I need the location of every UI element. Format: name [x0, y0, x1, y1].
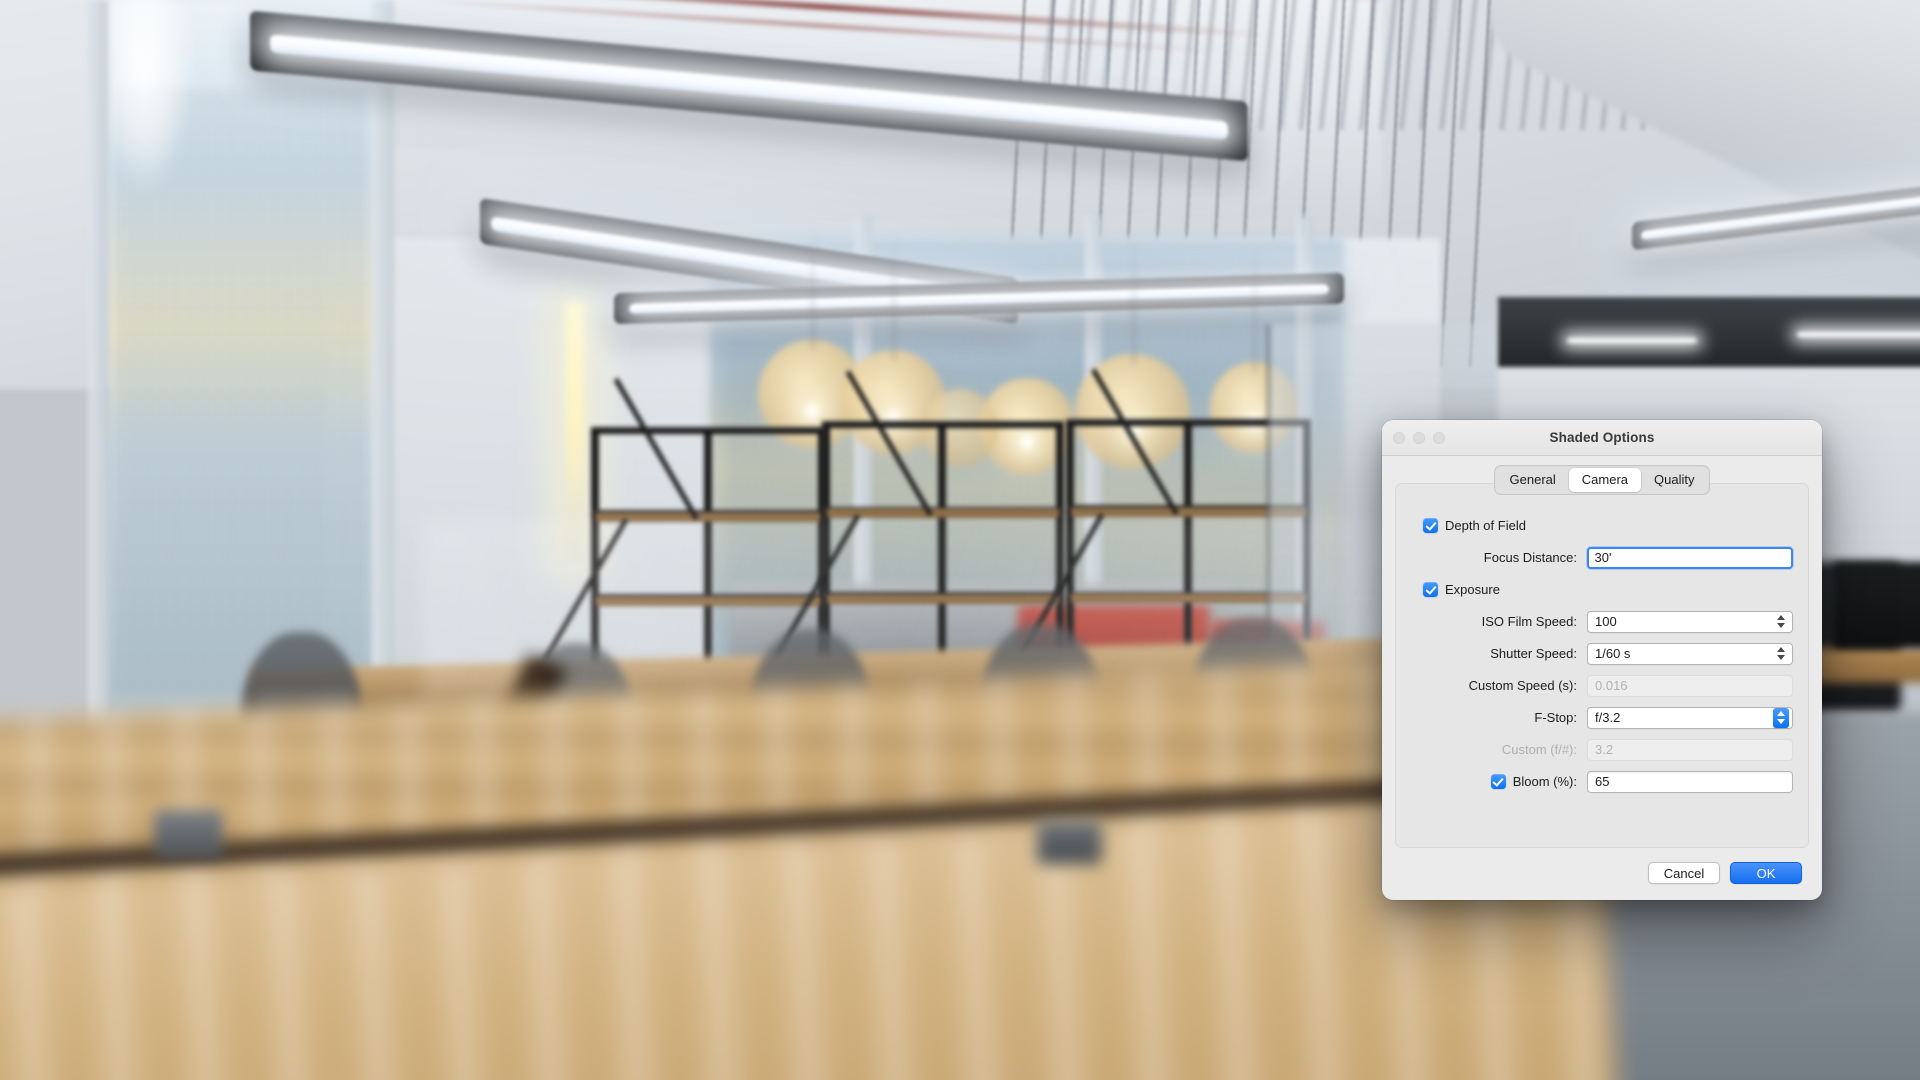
custom-fnumber-value: 3.2 — [1595, 742, 1614, 757]
monitor — [1833, 561, 1920, 648]
custom-fnumber-input: 3.2 — [1587, 738, 1793, 761]
bloom-label: Bloom (%): — [1512, 774, 1577, 789]
row-shutter-speed: Shutter Speed: 1/60 s — [1410, 642, 1794, 665]
checkmark-icon — [1423, 582, 1438, 597]
depth-of-field-label: Depth of Field — [1445, 518, 1526, 533]
close-button[interactable] — [1393, 431, 1405, 444]
stepper-icon[interactable] — [1773, 707, 1789, 728]
soffit-band — [1497, 297, 1920, 368]
table-hardware — [1036, 820, 1103, 864]
bloom-input[interactable]: 65 — [1587, 770, 1793, 793]
stepper-icon[interactable] — [1773, 612, 1789, 632]
f-stop-value: f/3.2 — [1595, 710, 1621, 725]
exposure-label: Exposure — [1445, 582, 1500, 597]
focus-distance-label: Focus Distance: — [1483, 550, 1577, 565]
window-mullion — [372, 0, 394, 735]
depth-of-field-checkbox[interactable]: Depth of Field — [1410, 518, 1526, 533]
custom-speed-input: 0.016 — [1587, 674, 1793, 697]
window-controls[interactable] — [1382, 431, 1445, 444]
row-iso-film-speed: ISO Film Speed: 100 — [1410, 610, 1794, 633]
dialog-button-bar: Cancel OK — [1382, 848, 1822, 900]
window-glare — [96, 0, 192, 195]
iso-film-speed-label: ISO Film Speed: — [1481, 614, 1577, 629]
ok-button[interactable]: OK — [1730, 862, 1802, 884]
exposure-checkbox[interactable]: Exposure — [1410, 582, 1500, 597]
tab-general[interactable]: General — [1497, 468, 1569, 492]
table-hardware — [153, 810, 223, 858]
bloom-checkbox[interactable] — [1490, 774, 1506, 789]
tab-quality[interactable]: Quality — [1641, 468, 1707, 492]
shutter-speed-value: 1/60 s — [1595, 646, 1631, 661]
shutter-speed-combobox[interactable]: 1/60 s — [1587, 642, 1793, 665]
row-focus-distance: Focus Distance: 30' — [1410, 546, 1794, 569]
dialog-title-bar[interactable]: Shaded Options — [1382, 420, 1822, 456]
dialog-title: Shaded Options — [1549, 430, 1655, 445]
row-custom-fnumber: Custom (f/#): 3.2 — [1410, 738, 1794, 761]
tab-bar[interactable]: General Camera Quality — [1382, 465, 1822, 495]
window-mullion — [88, 0, 108, 756]
row-exposure: Exposure — [1410, 578, 1794, 601]
cancel-button[interactable]: Cancel — [1648, 862, 1720, 884]
row-bloom: Bloom (%): 65 — [1410, 770, 1794, 793]
row-depth-of-field: Depth of Field — [1410, 514, 1794, 537]
custom-fnumber-label: Custom (f/#): — [1501, 742, 1577, 757]
iso-film-speed-combobox[interactable]: 100 — [1587, 610, 1793, 633]
zoom-button[interactable] — [1433, 431, 1445, 444]
segmented-control[interactable]: General Camera Quality — [1493, 465, 1711, 495]
custom-speed-label: Custom Speed (s): — [1468, 678, 1577, 693]
minimize-button[interactable] — [1413, 431, 1425, 444]
f-stop-popup-button[interactable]: f/3.2 — [1587, 706, 1793, 729]
iso-film-speed-value: 100 — [1595, 614, 1617, 629]
camera-tab-panel: Depth of Field Focus Distance: 30' Expos… — [1395, 483, 1809, 848]
tab-camera[interactable]: Camera — [1568, 468, 1642, 492]
focus-distance-value: 30' — [1594, 550, 1612, 565]
focus-distance-input[interactable]: 30' — [1587, 546, 1793, 569]
row-f-stop: F-Stop: f/3.2 — [1410, 706, 1794, 729]
row-custom-speed: Custom Speed (s): 0.016 — [1410, 674, 1794, 697]
bloom-value: 65 — [1595, 774, 1610, 789]
shaded-options-dialog[interactable]: Shaded Options General Camera Quality De… — [1382, 420, 1822, 900]
shutter-speed-label: Shutter Speed: — [1490, 646, 1577, 661]
checkmark-icon — [1423, 518, 1438, 533]
stepper-icon[interactable] — [1773, 644, 1789, 664]
custom-speed-value: 0.016 — [1595, 678, 1628, 693]
f-stop-label: F-Stop: — [1534, 710, 1577, 725]
